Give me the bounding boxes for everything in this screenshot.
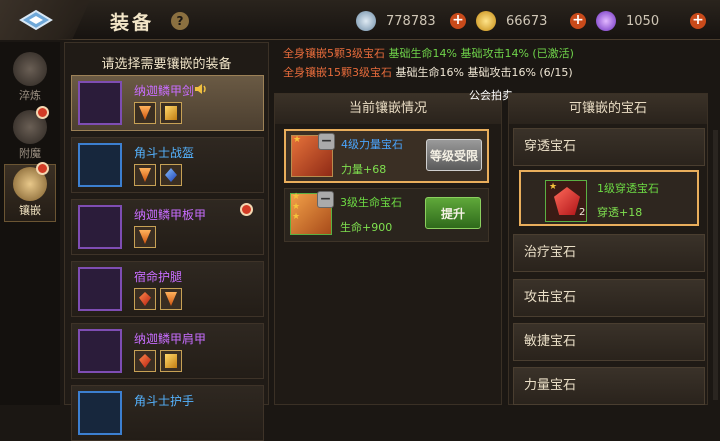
- equipment-item[interactable]: 角斗士战盔: [71, 137, 264, 193]
- crystal-amount: 1050: [626, 13, 660, 29]
- star-icon: ★: [292, 192, 301, 202]
- armor-icon: [78, 205, 122, 249]
- shoulder-icon: [78, 329, 122, 373]
- yellow-gem-icon: [160, 102, 182, 124]
- add-gold-button[interactable]: +: [570, 13, 586, 29]
- back-button[interactable]: [0, 0, 90, 40]
- help-icon[interactable]: ?: [171, 12, 189, 30]
- equipment-item[interactable]: 纳迦鳞甲板甲: [71, 199, 264, 255]
- yellow-gem-icon: [160, 350, 182, 372]
- set-bonus-effect: 基础生命14% 基础攻击14% (已激活): [388, 47, 574, 60]
- tab-label: 附魔: [19, 147, 41, 160]
- star-icon: ★: [549, 182, 558, 192]
- gem-category-strength[interactable]: 力量宝石: [513, 367, 705, 405]
- top-bar: 装备 ? 778783 + 66673 + 1050 +: [0, 0, 720, 40]
- equipment-name: 纳迦鳞甲板甲: [134, 208, 207, 222]
- gold-resource: 66673 +: [476, 10, 586, 32]
- orange-gem-icon: [160, 288, 182, 310]
- guild-auction-notice: 公会拍卖: [469, 89, 513, 102]
- purple-crystal-icon: [596, 11, 616, 31]
- page-title: 装备: [110, 12, 155, 34]
- gem-name: 1级穿透宝石: [597, 182, 659, 195]
- star-icon: ★: [293, 135, 302, 145]
- available-gems-panel: 可镶嵌的宝石 穿透宝石 ★ 2 1级穿透宝石 穿透+18 治疗宝石 攻击宝石 敏…: [508, 93, 708, 405]
- silver-resource: 778783 +: [356, 10, 466, 32]
- equipment-name: 纳迦鳞甲剑: [134, 84, 195, 98]
- gem-category-heal[interactable]: 治疗宝石: [513, 234, 705, 272]
- equipment-panel-header: 请选择需要镶嵌的装备: [101, 57, 232, 72]
- gem-count: 2: [579, 207, 586, 218]
- side-nav: 淬炼 附魔 镶嵌: [0, 42, 60, 405]
- gem-attr: 穿透+18: [597, 206, 643, 219]
- tab-inlay[interactable]: 镶嵌: [4, 164, 56, 222]
- star-icon: ★: [292, 202, 301, 212]
- gold-coin-icon: [476, 11, 496, 31]
- notification-badge: [240, 203, 253, 216]
- level-limited-button[interactable]: 等级受限: [426, 139, 482, 171]
- set-bonus-condition: 全身镶嵌15颗3级宝石: [283, 66, 392, 79]
- speaker-icon: [195, 84, 206, 94]
- current-inlay-panel: 当前镶嵌情况 ★ − 4级力量宝石 力量+68 等级受限 ★ ★ ★ − 3级生…: [274, 93, 502, 405]
- gem-attr: 生命+900: [340, 221, 393, 234]
- gem-slot[interactable]: ★ ★ ★ − 3级生命宝石 生命+900 提升: [284, 188, 489, 242]
- equipment-item[interactable]: 纳迦鳞甲剑: [71, 75, 264, 131]
- add-crystal-button[interactable]: +: [690, 13, 706, 29]
- equipment-panel: 请选择需要镶嵌的装备 纳迦鳞甲剑 角斗士战盔 纳迦鳞甲板甲 宿命护腿 纳迦鳞甲肩…: [64, 42, 269, 441]
- equipment-item[interactable]: 宿命护腿: [71, 261, 264, 317]
- tab-enchant[interactable]: 附魔: [4, 108, 56, 166]
- remove-gem-button[interactable]: −: [318, 133, 335, 150]
- silver-amount: 778783: [386, 13, 436, 29]
- equipment-name: 角斗士护手: [134, 394, 195, 408]
- equipment-item[interactable]: 纳迦鳞甲肩甲: [71, 323, 264, 379]
- equipment-name: 纳迦鳞甲肩甲: [134, 332, 207, 346]
- add-silver-button[interactable]: +: [450, 13, 466, 29]
- set-bonus-line: 全身镶嵌15颗3级宝石 基础生命16% 基础攻击16% (6/15): [283, 63, 574, 82]
- gold-amount: 66673: [506, 13, 548, 29]
- red-gem-icon: [134, 350, 156, 372]
- star-icon: ★: [292, 212, 301, 222]
- gem-category-agility[interactable]: 敏捷宝石: [513, 323, 705, 361]
- equipment-name: 角斗士战盔: [134, 146, 195, 160]
- gem-slot[interactable]: ★ − 4级力量宝石 力量+68 等级受限: [284, 129, 489, 183]
- tab-refine[interactable]: 淬炼: [4, 50, 56, 108]
- leggings-icon: [78, 267, 122, 311]
- notification-badge: [36, 162, 49, 175]
- available-gem[interactable]: ★ 2 1级穿透宝石 穿透+18: [519, 170, 699, 226]
- equipment-name: 宿命护腿: [134, 270, 183, 284]
- set-bonus-info: 全身镶嵌5颗3级宝石 基础生命14% 基础攻击14% (已激活) 全身镶嵌15颗…: [283, 44, 574, 82]
- back-arrow-icon: [19, 9, 53, 31]
- sword-icon: [78, 81, 122, 125]
- remove-gem-button[interactable]: −: [317, 191, 334, 208]
- upgrade-button[interactable]: 提升: [425, 197, 481, 229]
- available-gems-header: 可镶嵌的宝石: [509, 94, 707, 124]
- tab-label: 镶嵌: [19, 204, 41, 217]
- gem-name: 3级生命宝石: [340, 196, 402, 209]
- refine-icon: [13, 52, 47, 86]
- gem-category-penetration[interactable]: 穿透宝石: [513, 128, 705, 166]
- set-bonus-line: 全身镶嵌5颗3级宝石 基础生命14% 基础攻击14% (已激活): [283, 44, 574, 63]
- gem-category-attack[interactable]: 攻击宝石: [513, 279, 705, 317]
- gauntlet-icon: [78, 391, 122, 435]
- helmet-icon: [78, 143, 122, 187]
- set-bonus-effect: 基础生命16% 基础攻击16% (6/15): [395, 66, 573, 79]
- current-inlay-header: 当前镶嵌情况: [275, 94, 501, 124]
- red-gem-icon: [134, 288, 156, 310]
- gem-name: 4级力量宝石: [341, 138, 403, 151]
- orange-gem-icon: [134, 102, 156, 124]
- set-bonus-condition: 全身镶嵌5颗3级宝石: [283, 47, 385, 60]
- scrollbar[interactable]: [713, 130, 718, 400]
- tab-label: 淬炼: [19, 89, 41, 102]
- notification-badge: [36, 106, 49, 119]
- equipment-item[interactable]: 角斗士护手: [71, 385, 264, 441]
- gem-attr: 力量+68: [341, 163, 387, 176]
- blue-gem-icon: [160, 164, 182, 186]
- orange-gem-icon: [134, 226, 156, 248]
- silver-coin-icon: [356, 11, 376, 31]
- crystal-resource: 1050 +: [596, 10, 706, 32]
- orange-gem-icon: [134, 164, 156, 186]
